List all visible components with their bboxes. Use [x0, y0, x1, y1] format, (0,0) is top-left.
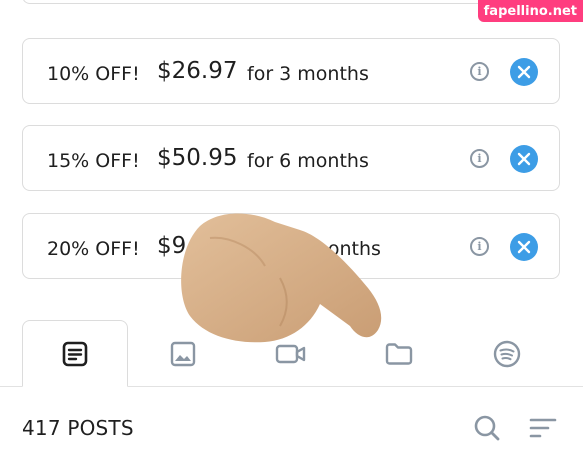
tab-videos[interactable]	[238, 320, 344, 387]
content-tabs	[0, 320, 583, 387]
info-icon[interactable]: i	[470, 149, 489, 168]
spotify-icon	[493, 340, 521, 367]
close-icon	[517, 152, 531, 166]
video-icon	[275, 344, 306, 363]
bundle-price: $50.95	[157, 145, 238, 171]
bundle-duration: for 6 months	[247, 150, 369, 172]
tab-posts[interactable]	[22, 320, 128, 387]
search-posts-button[interactable]	[472, 413, 502, 443]
close-icon	[517, 240, 531, 254]
folder-icon	[385, 342, 413, 365]
bundle-discount: 20% OFF!	[47, 238, 140, 260]
info-icon[interactable]: i	[470, 62, 489, 81]
tab-collections[interactable]	[346, 320, 452, 387]
remove-bundle-button[interactable]	[510, 145, 538, 173]
sort-icon	[529, 418, 557, 438]
bundle-option-12-months[interactable]: 20% OFF! $9 for 12 months i	[22, 213, 560, 279]
tab-spotify[interactable]	[454, 320, 560, 387]
image-icon	[170, 341, 196, 366]
watermark: fapellino.net	[477, 0, 583, 22]
bundle-duration: for 3 months	[247, 63, 369, 85]
tab-photos[interactable]	[130, 320, 236, 387]
remove-bundle-button[interactable]	[510, 233, 538, 261]
bundle-option-6-months[interactable]: 15% OFF! $50.95 for 6 months i	[22, 125, 560, 191]
bundle-price: $9	[157, 233, 187, 259]
info-icon[interactable]: i	[470, 237, 489, 256]
bundle-price: $26.97	[157, 58, 238, 84]
sort-posts-button[interactable]	[528, 414, 558, 442]
posts-count: 417 POSTS	[22, 416, 134, 440]
close-icon	[517, 65, 531, 79]
remove-bundle-button[interactable]	[510, 58, 538, 86]
search-icon	[474, 415, 500, 441]
bundle-discount: 10% OFF!	[47, 63, 140, 85]
text-post-icon	[62, 341, 88, 366]
bundle-option-3-months[interactable]: 10% OFF! $26.97 for 3 months i	[22, 38, 560, 104]
bundle-duration: for 12 months	[247, 238, 381, 260]
bundle-discount: 15% OFF!	[47, 150, 140, 172]
